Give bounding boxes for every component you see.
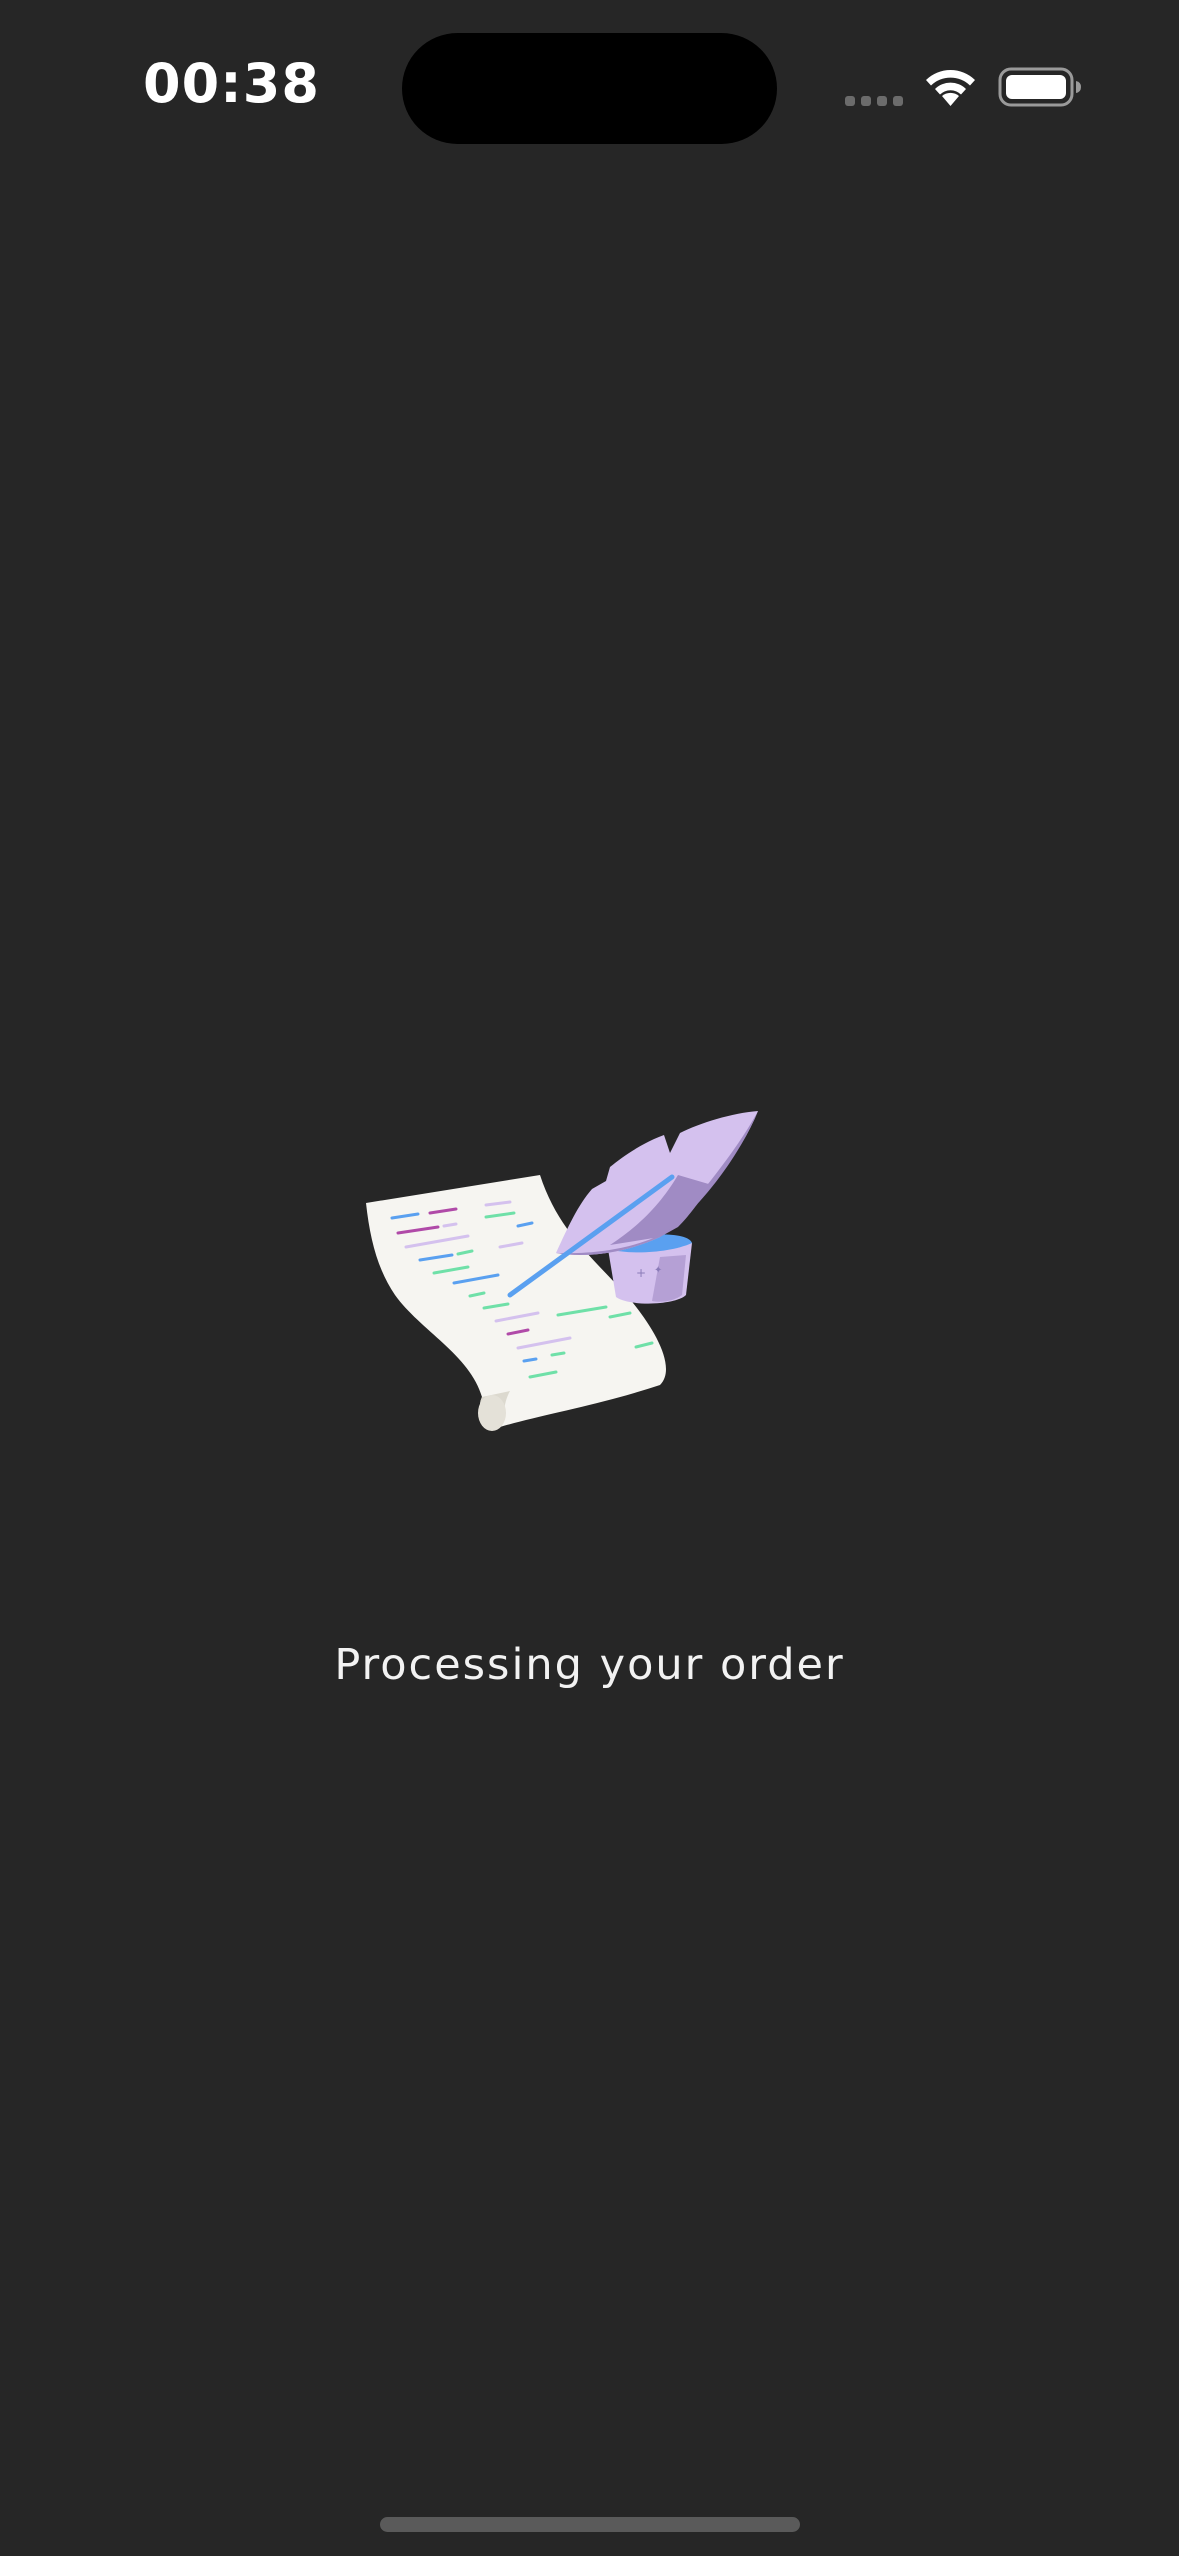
dynamic-island — [402, 33, 777, 144]
svg-text:+: + — [636, 1266, 646, 1280]
svg-text:✦: ✦ — [654, 1265, 662, 1276]
processing-message: Processing your order — [334, 1640, 845, 1690]
status-bar: 00:38 — [0, 0, 1179, 170]
status-time: 00:38 — [143, 52, 320, 115]
battery-icon — [998, 67, 1081, 107]
home-indicator[interactable] — [380, 2517, 800, 2532]
scroll-and-quill-icon: + ✦ — [366, 1111, 758, 1431]
wifi-icon — [926, 69, 975, 106]
cellular-signal-icon — [845, 96, 903, 106]
